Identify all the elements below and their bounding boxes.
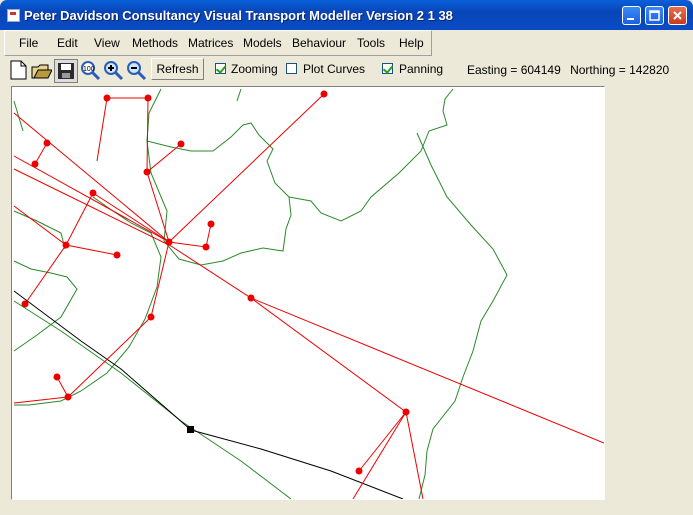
menu-file[interactable]: File xyxy=(19,36,38,50)
zoom-out-icon[interactable] xyxy=(125,59,147,81)
refresh-button[interactable]: Refresh xyxy=(151,58,204,80)
network-node xyxy=(202,243,210,251)
menu-help[interactable]: Help xyxy=(399,36,424,50)
network-node xyxy=(89,189,97,197)
zooming-label: Zooming xyxy=(231,62,278,76)
zone-boundary xyxy=(13,210,66,250)
network-node xyxy=(355,467,363,475)
link-line xyxy=(13,376,69,404)
menu-matrices[interactable]: Matrices xyxy=(188,36,233,50)
zone-boundary xyxy=(416,132,508,499)
save-icon[interactable] xyxy=(54,59,78,83)
link-line xyxy=(67,241,170,398)
map-canvas[interactable] xyxy=(11,86,605,500)
plot-curves-checkbox[interactable] xyxy=(286,63,297,74)
plot-curves-label: Plot Curves xyxy=(303,62,366,76)
network-node xyxy=(247,294,255,302)
link-line xyxy=(92,192,170,243)
link-line xyxy=(96,97,108,162)
zone-boundary xyxy=(146,88,454,266)
coordinate-readout: Easting = 604149 Northing = 142820 xyxy=(467,63,675,77)
zone-boundary xyxy=(146,122,290,198)
link-line xyxy=(146,97,182,174)
menu-view[interactable]: View xyxy=(94,36,120,50)
link-line xyxy=(168,93,325,243)
network-node xyxy=(62,241,70,249)
zone-boundary xyxy=(14,196,162,406)
panning-checkbox[interactable] xyxy=(382,63,393,74)
network-node xyxy=(144,94,152,102)
network-node xyxy=(64,393,72,401)
network-node xyxy=(103,94,111,102)
menu-tools[interactable]: Tools xyxy=(357,36,385,50)
network-node xyxy=(31,160,39,168)
network-node xyxy=(177,140,185,148)
zone-boundary xyxy=(13,300,292,499)
network-node xyxy=(320,90,328,98)
route-node xyxy=(187,426,194,433)
open-folder-icon[interactable] xyxy=(30,59,52,81)
link-line xyxy=(250,297,407,413)
network-map[interactable] xyxy=(12,87,605,500)
network-node xyxy=(53,373,61,381)
menu-behaviour[interactable]: Behaviour xyxy=(292,36,346,50)
application-window: Peter Davidson Consultancy Visual Transp… xyxy=(0,0,693,515)
new-file-icon[interactable] xyxy=(7,59,29,81)
network-node xyxy=(207,220,215,228)
menu-methods[interactable]: Methods xyxy=(132,36,178,50)
title-bar[interactable]: Peter Davidson Consultancy Visual Transp… xyxy=(0,0,693,30)
northing-readout: Northing = 142820 xyxy=(570,63,670,77)
link-line xyxy=(13,112,170,243)
link-line xyxy=(34,142,48,165)
zoom-fit-icon[interactable]: 100 xyxy=(79,59,101,81)
link-line xyxy=(13,168,604,444)
menu-models[interactable]: Models xyxy=(243,36,282,50)
minimize-button[interactable] xyxy=(622,6,641,25)
network-node xyxy=(21,300,29,308)
zoom-in-icon[interactable] xyxy=(102,59,124,81)
zooming-checkbox[interactable] xyxy=(215,63,226,74)
app-icon[interactable] xyxy=(7,9,20,22)
network-node xyxy=(143,168,151,176)
network-node xyxy=(402,408,410,416)
zone-boundary xyxy=(13,100,24,132)
zone-boundary xyxy=(236,88,242,102)
link-line xyxy=(358,411,407,472)
close-button[interactable] xyxy=(668,6,687,25)
network-node xyxy=(165,238,173,246)
menu-edit[interactable]: Edit xyxy=(57,36,78,50)
link-line xyxy=(146,171,212,248)
window-title: Peter Davidson Consultancy Visual Transp… xyxy=(24,8,453,23)
network-node xyxy=(113,251,121,259)
link-line xyxy=(352,411,407,499)
menu-bar: File Edit View Methods Matrices Models B… xyxy=(4,30,432,56)
network-node xyxy=(43,139,51,147)
toolbar: 100 Refresh Zooming Plot Curves Panning xyxy=(4,56,460,84)
network-node xyxy=(147,313,155,321)
panning-label: Panning xyxy=(399,62,444,76)
easting-readout: Easting = 604149 xyxy=(467,63,561,77)
link-line xyxy=(405,411,424,499)
maximize-button[interactable] xyxy=(645,6,664,25)
